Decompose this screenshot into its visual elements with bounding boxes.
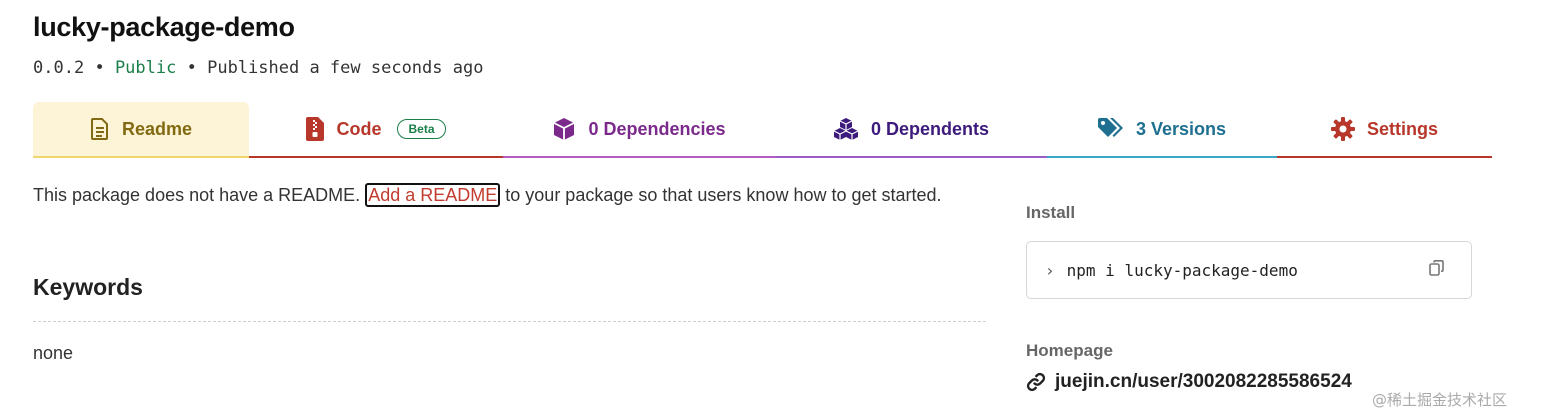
link-icon — [1026, 372, 1046, 392]
prompt-icon: › — [1045, 260, 1055, 280]
divider — [33, 321, 986, 322]
add-readme-link[interactable]: Add a README — [365, 183, 501, 207]
readme-icon — [90, 118, 108, 140]
readme-message-text: This package does not have a README. — [33, 185, 361, 205]
tab-dependencies[interactable]: 0 Dependencies — [503, 102, 775, 158]
tab-dependencies-label: 0 Dependencies — [588, 118, 726, 139]
beta-badge: Beta — [397, 119, 446, 139]
readme-message-text: to your package so that users know how t… — [505, 185, 942, 205]
install-command: npm i lucky-package-demo — [1066, 260, 1298, 280]
homepage-url: juejin.cn/user/3002082285586524 — [1055, 371, 1352, 392]
published-time: Published a few seconds ago — [207, 58, 484, 78]
tab-code-label: Code — [336, 118, 382, 139]
meta-separator: • — [186, 58, 197, 78]
tab-dependents-label: 0 Dependents — [870, 118, 990, 139]
visibility-badge: Public — [114, 58, 177, 78]
meta-separator: • — [94, 58, 105, 78]
keywords-heading: Keywords — [33, 274, 143, 300]
watermark: @稀土掘金技术社区 — [1372, 391, 1508, 409]
package-tabs: Readme Code Beta 0 Dependencies 0 Depend… — [33, 102, 1492, 160]
homepage-heading: Homepage — [1026, 341, 1113, 360]
package-version: 0.0.2 — [33, 58, 85, 78]
tab-dependents[interactable]: 0 Dependents — [775, 102, 1047, 158]
tab-readme-label: Readme — [121, 118, 193, 139]
tab-settings-label: Settings — [1366, 118, 1438, 139]
tab-settings[interactable]: Settings — [1277, 102, 1492, 158]
code-file-icon — [306, 117, 325, 141]
copy-icon[interactable] — [1429, 260, 1445, 278]
boxes-icon — [833, 118, 859, 140]
tab-versions[interactable]: 3 Versions — [1047, 102, 1277, 158]
tab-versions-label: 3 Versions — [1135, 118, 1227, 139]
tab-readme[interactable]: Readme — [33, 102, 249, 158]
keywords-value: none — [33, 343, 74, 363]
tags-icon — [1097, 118, 1123, 137]
package-title: lucky-package-demo — [33, 12, 295, 42]
package-meta: 0.0.2 • Public • Published a few seconds… — [33, 58, 483, 78]
box-icon — [554, 118, 575, 140]
readme-message: This package does not have a README. Add… — [33, 183, 942, 207]
install-heading: Install — [1026, 203, 1076, 222]
gear-icon — [1330, 117, 1355, 141]
install-command-box[interactable]: › npm i lucky-package-demo — [1026, 241, 1472, 299]
tab-code[interactable]: Code Beta — [249, 102, 503, 158]
homepage-link[interactable]: juejin.cn/user/3002082285586524 — [1026, 371, 1352, 393]
